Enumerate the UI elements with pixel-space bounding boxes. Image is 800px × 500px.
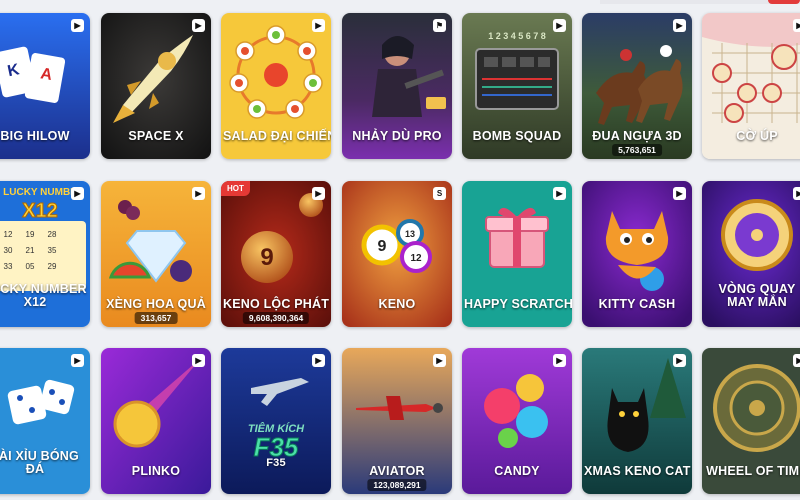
game-card-happy-scratch[interactable]: ▶ HAPPY SCRATCH (462, 181, 572, 327)
game-card-keno[interactable]: 9 13 12 S KENO (342, 181, 452, 327)
jackpot-counter: 313,657 (134, 312, 178, 324)
game-card-dua-ngua-3d[interactable]: ▶ ĐUA NGỰA 3D 5,763,651 (582, 13, 692, 159)
game-card-kitty-cash[interactable]: ▶ KITTY CASH (582, 181, 692, 327)
game-title: CANDY (494, 464, 540, 478)
x12-text: X12 (22, 200, 58, 222)
ball-number: 9 (260, 244, 273, 271)
game-card-candy[interactable]: ▶ CANDY (462, 348, 572, 494)
svg-text:21: 21 (26, 246, 35, 255)
jackpot-counter: 9,608,390,364 (242, 312, 310, 324)
provider-icon: ▶ (71, 19, 84, 32)
game-title: KITTY CASH (598, 297, 676, 311)
game-title: SPACE X (128, 129, 184, 143)
game-card-xeng-hoa-qua[interactable]: ▶ XÈNG HOA QUẢ 313,657 (101, 181, 211, 327)
provider-icon: ▶ (312, 187, 325, 200)
provider-icon: ▶ (71, 354, 84, 367)
svg-text:30: 30 (4, 246, 13, 255)
game-card-vong-quay-may-man[interactable]: ▶ VÒNG QUAY MAY MẮN (702, 181, 800, 327)
game-card-xmas-keno-cat[interactable]: ▶ XMAS KENO CAT (582, 348, 692, 494)
games-grid: K A ▶ BIG HILOW ▶ SPACE X ▶ SALAD ĐẠI CH… (0, 0, 800, 500)
provider-icon: ▶ (553, 187, 566, 200)
game-title: LUCKY NUMBER X12 (0, 282, 87, 309)
svg-text:05: 05 (26, 262, 35, 271)
provider-icon: ▶ (553, 19, 566, 32)
provider-icon: S (433, 187, 446, 200)
svg-text:35: 35 (48, 246, 57, 255)
game-title: TÀI XỈU BÓNG ĐÁ (0, 449, 79, 476)
svg-text:19: 19 (26, 230, 35, 239)
provider-icon: ▶ (553, 354, 566, 367)
game-card-bomb-squad[interactable]: 1 2 3 4 5 6 7 8 ▶ BOMB SQUAD (462, 13, 572, 159)
ball-12: 12 (410, 253, 422, 264)
lucky-top-text: LUCKY NUMBE (3, 187, 77, 198)
svg-text:33: 33 (4, 262, 13, 271)
game-title: WHEEL OF TIME (706, 464, 800, 478)
game-title: AVIATOR (369, 464, 425, 478)
game-card-f35[interactable]: TIÊM KÍCH F35 ▶ F35 (221, 348, 331, 494)
game-title: PLINKO (131, 464, 181, 478)
game-card-space-x[interactable]: ▶ SPACE X (101, 13, 211, 159)
ball-9: 9 (378, 238, 387, 255)
ball-13: 13 (405, 229, 415, 239)
provider-icon: ▶ (793, 354, 800, 367)
game-title: F35 (266, 457, 286, 469)
game-title: HAPPY SCRATCH (464, 297, 572, 311)
svg-text:29: 29 (48, 262, 57, 271)
game-title: BIG HILOW (0, 129, 70, 143)
game-card-tai-xiu-bong-da[interactable]: ▶ TÀI XỈU BÓNG ĐÁ (0, 348, 90, 494)
jackpot-counter: 5,763,651 (612, 144, 662, 156)
game-card-wheel-of-time[interactable]: ▶ WHEEL OF TIME (702, 348, 800, 494)
game-card-co-up[interactable]: ▶ CỜ ÚP (702, 13, 800, 159)
provider-icon: ▶ (433, 354, 446, 367)
provider-icon: ▶ (673, 187, 686, 200)
game-card-plinko[interactable]: ▶ PLINKO (101, 348, 211, 494)
provider-icon: ▶ (312, 19, 325, 32)
provider-icon: ▶ (192, 354, 205, 367)
bomb-digits: 1 2 3 4 5 6 7 8 (488, 31, 546, 41)
provider-icon: ▶ (192, 19, 205, 32)
game-card-aviator[interactable]: ▶ AVIATOR 123,089,291 (342, 348, 452, 494)
provider-icon: ▶ (312, 354, 325, 367)
game-title: KENO (378, 297, 416, 311)
game-title: KENO LỘC PHÁT (223, 297, 330, 311)
game-title: ĐUA NGỰA 3D (592, 129, 682, 143)
jackpot-counter: 123,089,291 (367, 479, 427, 491)
game-title: VÒNG QUAY MAY MẮN (718, 282, 796, 309)
f35-art: TIÊM KÍCH F35 (221, 348, 331, 494)
game-title: XMAS KENO CAT (584, 464, 691, 478)
provider-icon: ▶ (673, 354, 686, 367)
game-title: XÈNG HOA QUẢ (106, 297, 206, 311)
game-card-nhay-du-pro[interactable]: ⚑ NHẢY DÙ PRO (342, 13, 452, 159)
game-title: SALAD ĐẠI CHIẾN (223, 129, 331, 143)
provider-icon: ▶ (71, 187, 84, 200)
provider-icon: ▶ (192, 187, 205, 200)
svg-text:28: 28 (48, 230, 57, 239)
game-title: CỜ ÚP (736, 129, 778, 143)
game-card-salad-dai-chien[interactable]: ▶ SALAD ĐẠI CHIẾN (221, 13, 331, 159)
game-title: BOMB SQUAD (472, 129, 562, 143)
provider-icon: ▶ (793, 187, 800, 200)
provider-icon: ⚑ (433, 19, 446, 32)
provider-icon: ▶ (673, 19, 686, 32)
game-card-lucky-number-x12[interactable]: LUCKY NUMBE X12 12 19 28 30 21 35 33 05 29 ▶ LUC… (0, 181, 90, 327)
game-card-big-hilow[interactable]: K A ▶ BIG HILOW (0, 13, 90, 159)
hot-badge: HOT (221, 181, 250, 196)
svg-text:12: 12 (4, 230, 13, 239)
provider-icon: ▶ (793, 19, 800, 32)
game-card-keno-loc-phat[interactable]: 9 HOT ▶ KENO LỘC PHÁT 9,608,390,364 (221, 181, 331, 327)
game-title: NHẢY DÙ PRO (352, 129, 442, 143)
